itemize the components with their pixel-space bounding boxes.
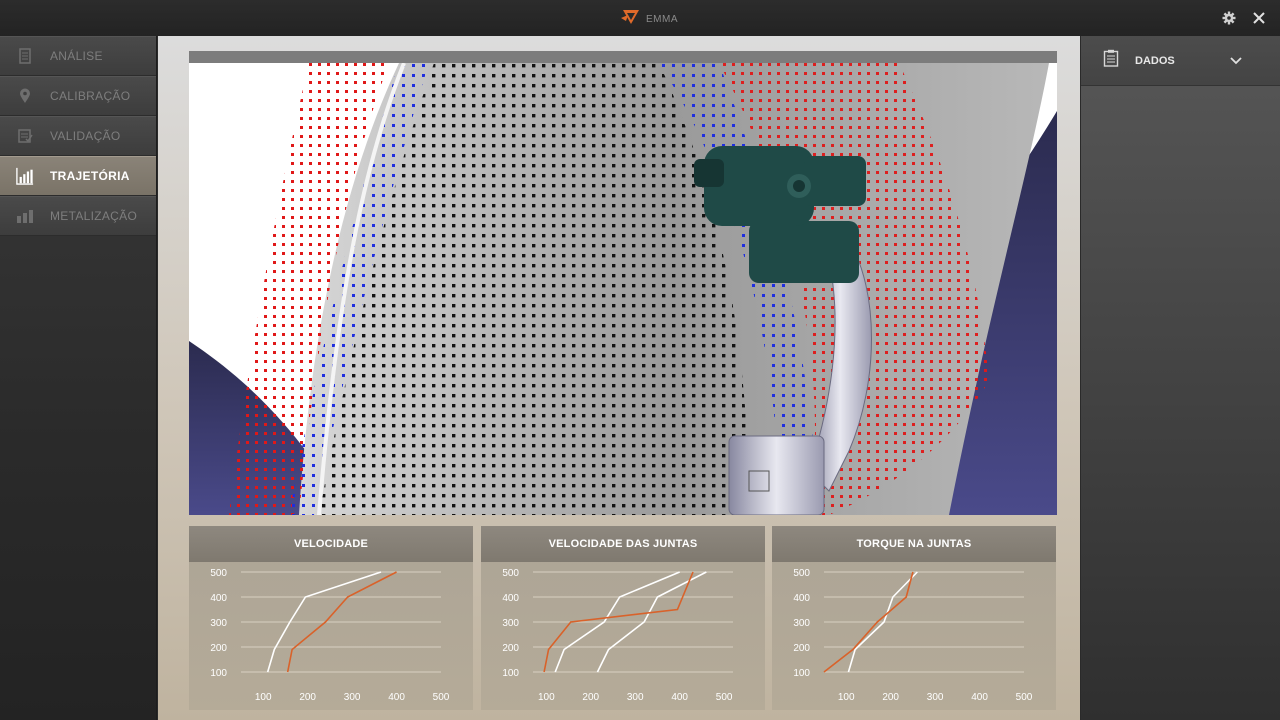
clipboard-icon [1103, 49, 1119, 72]
chart-header: TORQUE NA JUNTAS [772, 526, 1056, 562]
y-tick-label: 100 [793, 668, 810, 679]
line-chart-velocidade-juntas: 500 400 300 200 100 100 200 300 400 500 [502, 568, 733, 703]
y-tick-label: 300 [502, 618, 519, 629]
y-tick-label: 300 [210, 618, 227, 629]
factory-icon [16, 207, 34, 225]
line-chart-torque: 500 400 300 200 100 100 200 300 400 500 [793, 568, 1033, 703]
sidebar-item-analise[interactable]: ANÁLISE [0, 36, 156, 76]
map-pin-icon [16, 87, 34, 105]
close-icon[interactable] [1250, 9, 1268, 27]
chart-header: VELOCIDADE DAS JUNTAS [481, 526, 765, 562]
x-tick-label: 100 [838, 692, 855, 703]
x-tick-label: 400 [971, 692, 988, 703]
checklist-icon [16, 127, 34, 145]
sidebar: ANÁLISE CALIBRAÇÃO VALIDAÇÃO TRAJETÓRIA … [0, 36, 157, 720]
sidebar-item-trajetoria[interactable]: TRAJETÓRIA [0, 156, 156, 196]
y-tick-label: 500 [793, 568, 810, 579]
sidebar-item-label: VALIDAÇÃO [50, 129, 121, 143]
sidebar-item-metalizacao[interactable]: METALIZAÇÃO [0, 196, 156, 236]
y-tick-label: 500 [502, 568, 519, 579]
y-tick-label: 100 [210, 668, 227, 679]
sidebar-item-label: CALIBRAÇÃO [50, 89, 131, 103]
trajectory-scene [189, 51, 1057, 515]
x-tick-label: 400 [388, 692, 405, 703]
top-bar: EMMA [0, 0, 1280, 36]
sidebar-item-validacao[interactable]: VALIDAÇÃO [0, 116, 156, 156]
bar-chart-icon [16, 167, 34, 185]
x-tick-label: 300 [627, 692, 644, 703]
x-tick-label: 200 [299, 692, 316, 703]
document-icon [16, 47, 34, 65]
x-tick-label: 200 [582, 692, 599, 703]
dados-dropdown[interactable]: DADOS [1081, 36, 1280, 86]
y-tick-label: 500 [210, 568, 227, 579]
y-tick-label: 200 [210, 643, 227, 654]
y-tick-label: 400 [502, 593, 519, 604]
gear-icon[interactable] [1220, 9, 1238, 27]
sidebar-item-label: TRAJETÓRIA [50, 169, 130, 183]
app-logo: EMMA [620, 6, 678, 33]
chevron-down-icon[interactable] [1230, 52, 1242, 70]
x-tick-label: 300 [344, 692, 361, 703]
x-tick-label: 500 [433, 692, 450, 703]
line-chart-velocidade: 500 400 300 200 100 100 200 300 400 500 [210, 568, 450, 703]
chart-title: VELOCIDADE DAS JUNTAS [548, 538, 698, 550]
chart-header: VELOCIDADE [189, 526, 473, 562]
chart-title: TORQUE NA JUNTAS [856, 538, 972, 550]
sidebar-item-label: METALIZAÇÃO [50, 209, 138, 223]
chart-title: VELOCIDADE [293, 538, 369, 550]
chart-panel-velocidade: VELOCIDADE 500 400 300 200 100 100 200 300 400 50… [189, 526, 473, 710]
3d-viewport[interactable] [189, 51, 1057, 515]
x-tick-label: 500 [1016, 692, 1033, 703]
y-tick-label: 200 [793, 643, 810, 654]
y-tick-label: 100 [502, 668, 519, 679]
dados-label: DADOS [1135, 54, 1175, 67]
x-tick-label: 100 [255, 692, 272, 703]
sidebar-item-label: ANÁLISE [50, 49, 103, 63]
y-tick-label: 400 [793, 593, 810, 604]
logo-icon [620, 6, 642, 33]
x-tick-label: 300 [927, 692, 944, 703]
main-content: VELOCIDADE 500 400 300 200 100 100 200 300 400 50… [158, 36, 1080, 720]
right-panel: DADOS [1081, 36, 1280, 720]
y-tick-label: 300 [793, 618, 810, 629]
x-tick-label: 500 [716, 692, 733, 703]
y-tick-label: 400 [210, 593, 227, 604]
logo-text: EMMA [646, 14, 678, 25]
chart-panel-velocidade-juntas: VELOCIDADE DAS JUNTAS 500 400 300 200 100 100… [481, 526, 765, 710]
x-tick-label: 100 [538, 692, 555, 703]
x-tick-label: 400 [671, 692, 688, 703]
sidebar-item-calibracao[interactable]: CALIBRAÇÃO [0, 76, 156, 116]
chart-panel-torque: TORQUE NA JUNTAS 500 400 300 200 100 100 200 30… [772, 526, 1056, 710]
x-tick-label: 200 [882, 692, 899, 703]
y-tick-label: 200 [502, 643, 519, 654]
viewport-toolbar [189, 51, 1057, 63]
